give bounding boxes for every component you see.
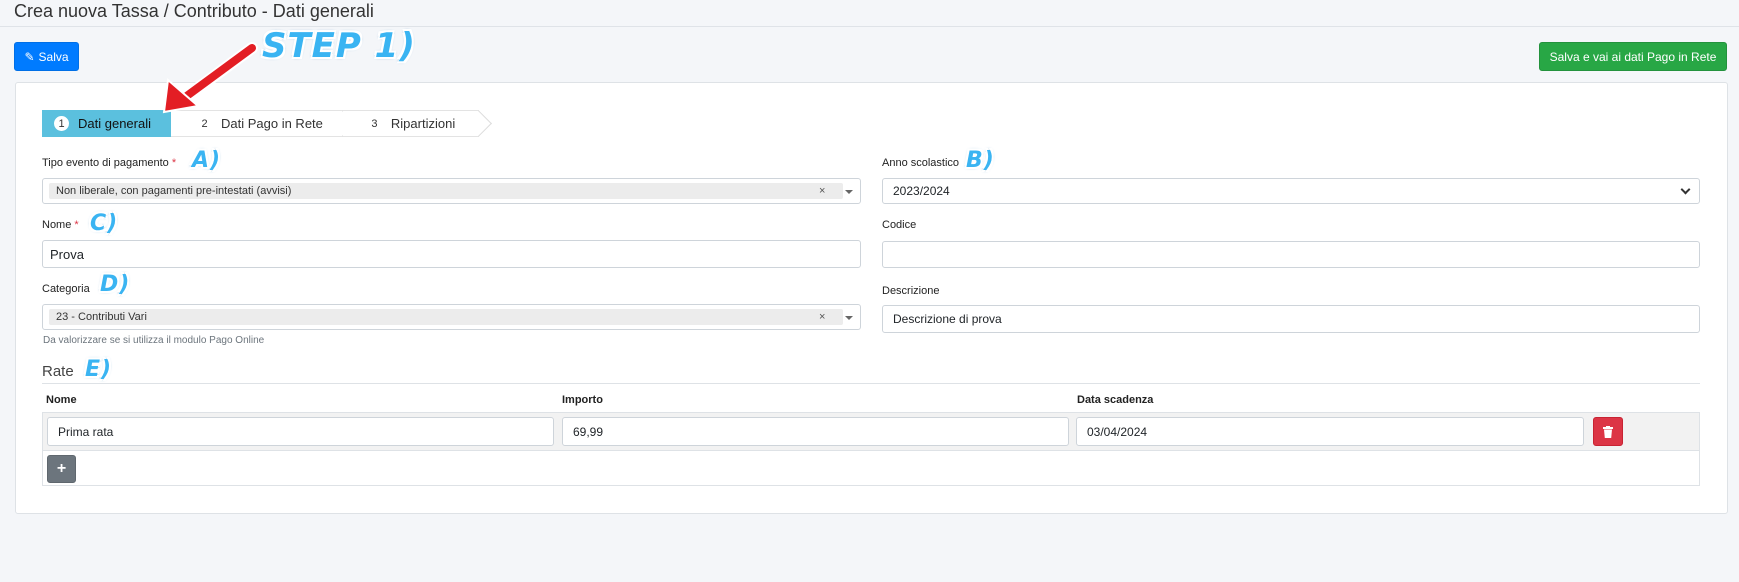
wizard-step-ripartizioni[interactable]: 3 Ripartizioni xyxy=(342,110,493,137)
codice-input[interactable] xyxy=(882,241,1700,268)
rata-importo-value: 69,99 xyxy=(573,424,604,439)
step-label: Ripartizioni xyxy=(390,116,456,131)
step-label: Dati Pago in Rete xyxy=(221,116,323,131)
annotation-b: B) xyxy=(966,148,995,173)
clear-icon[interactable]: × xyxy=(819,185,825,197)
tipo-evento-value: Non liberale, con pagamenti pre-intestat… xyxy=(56,185,292,197)
column-header-importo: Importo xyxy=(562,394,603,406)
trash-icon xyxy=(1603,425,1613,438)
rata-data-scadenza-value: 03/04/2024 xyxy=(1087,424,1148,439)
categoria-value: 23 - Contributi Vari xyxy=(56,311,147,323)
annotation-step-1: STEP 1) xyxy=(262,26,416,66)
annotation-d: D) xyxy=(100,272,131,297)
page-header: Crea nuova Tassa / Contributo - Dati gen… xyxy=(0,0,1739,27)
anno-scolastico-value: 2023/2024 xyxy=(893,184,950,198)
descrizione-value: Descrizione di prova xyxy=(893,312,1002,326)
delete-rata-button[interactable] xyxy=(1593,417,1623,446)
categoria-label: Categoria xyxy=(42,283,90,295)
nome-value: Prova xyxy=(50,246,84,262)
categoria-help: Da valorizzare se si utilizza il modulo … xyxy=(43,335,265,346)
step-number: 2 xyxy=(201,117,208,130)
save-button-label: Salva xyxy=(38,49,69,64)
save-and-next-button[interactable]: Salva e vai ai dati Pago in Rete xyxy=(1539,42,1727,71)
tipo-evento-tag: Non liberale, con pagamenti pre-intestat… xyxy=(49,183,843,199)
descrizione-label: Descrizione xyxy=(882,285,940,297)
rata-nome-input[interactable]: Prima rata xyxy=(47,417,554,446)
nome-input[interactable]: Prova xyxy=(42,240,861,268)
categoria-select[interactable]: 23 - Contributi Vari × xyxy=(42,304,861,330)
add-rata-button[interactable]: + xyxy=(47,455,76,483)
wizard-step-dati-generali[interactable]: 1 Dati generali xyxy=(42,110,184,137)
page-title: Crea nuova Tassa / Contributo - Dati gen… xyxy=(14,1,374,21)
chevron-down-icon xyxy=(1680,184,1691,195)
step-number: 3 xyxy=(371,117,378,130)
nome-label: Nome * xyxy=(42,219,79,231)
save-and-next-label: Salva e vai ai dati Pago in Rete xyxy=(1549,49,1717,64)
anno-scolastico-label: Anno scolastico xyxy=(882,157,960,169)
rata-importo-input[interactable]: 69,99 xyxy=(562,417,1069,446)
wizard-step-dati-pago-in-rete[interactable]: 2 Dati Pago in Rete xyxy=(171,110,356,137)
step-label: Dati generali xyxy=(78,116,151,131)
save-button[interactable]: ✎ Salva xyxy=(14,42,79,71)
rata-data-scadenza-input[interactable]: 03/04/2024 xyxy=(1076,417,1584,446)
tipo-evento-label: Tipo evento di pagamento * xyxy=(42,157,176,169)
column-header-data-scadenza: Data scadenza xyxy=(1077,394,1154,406)
anno-scolastico-select[interactable]: 2023/2024 xyxy=(882,178,1700,204)
nome-label-text: Nome xyxy=(42,219,72,231)
section-divider xyxy=(42,383,1700,384)
categoria-tag: 23 - Contributi Vari xyxy=(49,309,843,325)
tipo-evento-label-text: Tipo evento di pagamento xyxy=(42,157,169,169)
annotation-e: E) xyxy=(85,357,113,382)
rata-nome-value: Prima rata xyxy=(58,424,114,439)
caret-down-icon xyxy=(845,316,853,320)
rate-section-title: Rate xyxy=(42,363,74,380)
wizard-steps: 1 Dati generali 2 Dati Pago in Rete 3 Ri… xyxy=(42,110,493,137)
required-mark: * xyxy=(171,157,177,169)
clear-icon[interactable]: × xyxy=(819,311,825,323)
annotation-a: A) xyxy=(192,148,222,173)
column-header-nome: Nome xyxy=(46,394,77,406)
step-number: 1 xyxy=(54,116,69,131)
plus-icon: + xyxy=(56,460,67,477)
annotation-c: C) xyxy=(90,211,119,236)
tipo-evento-select[interactable]: Non liberale, con pagamenti pre-intestat… xyxy=(42,178,861,204)
required-mark: * xyxy=(74,219,79,231)
codice-label: Codice xyxy=(882,219,917,231)
edit-icon: ✎ xyxy=(24,49,35,64)
red-arrow-icon xyxy=(162,42,258,114)
descrizione-input[interactable]: Descrizione di prova xyxy=(882,305,1700,333)
caret-down-icon xyxy=(845,190,853,194)
